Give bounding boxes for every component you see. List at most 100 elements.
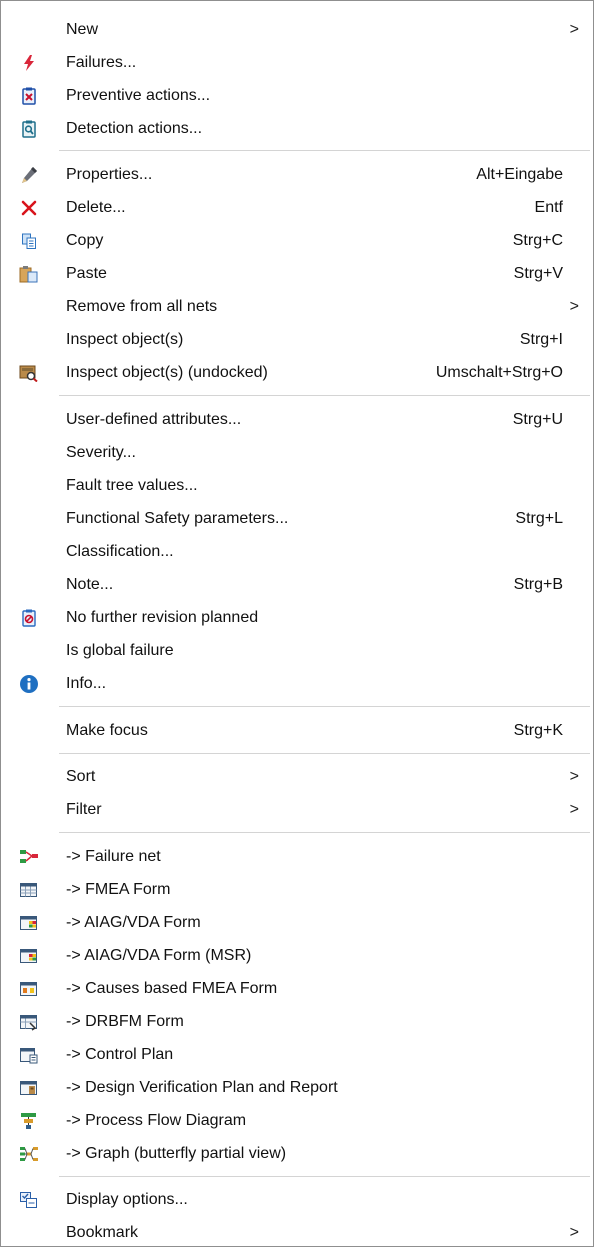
menu-item-aiag-vda-form-msr[interactable]: -> AIAG/VDA Form (MSR) — [5, 939, 589, 972]
menu-item-label: Sort — [66, 768, 96, 785]
menu-item-classification[interactable]: Classification... — [5, 535, 589, 568]
menu-item-label: Make focus — [66, 722, 148, 739]
preventive-action-icon — [19, 86, 39, 106]
menu-item-process-flow-diagram[interactable]: -> Process Flow Diagram — [5, 1104, 589, 1137]
menu-item-label: -> Graph (butterfly partial view) — [66, 1145, 287, 1162]
menu-item-label: Preventive actions... — [66, 87, 211, 104]
menu-item-label: Severity... — [66, 444, 136, 461]
menu-separator — [59, 150, 590, 151]
display-options-icon — [19, 1190, 39, 1210]
menu-item-is-global-failure[interactable]: Is global failure — [5, 634, 589, 667]
menu-item-no-further-revision-planned[interactable]: No further revision planned — [5, 601, 589, 634]
menu-item-failure-net[interactable]: -> Failure net — [5, 840, 589, 873]
menu-item-shortcut: Strg+U — [512, 411, 563, 428]
no-revision-icon — [19, 608, 39, 628]
menu-item-label: Remove from all nets — [66, 298, 218, 315]
menu-item-filter[interactable]: Filter > — [5, 793, 589, 826]
menu-item-causes-based-fmea-form[interactable]: -> Causes based FMEA Form — [5, 972, 589, 1005]
menu-item-shortcut: Entf — [534, 199, 563, 216]
menu-item-display-options[interactable]: Display options... — [5, 1183, 589, 1216]
menu-item-butterfly-graph[interactable]: -> Graph (butterfly partial view) — [5, 1137, 589, 1170]
menu-item-detection-actions[interactable]: Detection actions... — [5, 112, 589, 145]
drbfm-form-icon — [19, 1012, 39, 1032]
menu-item-label: -> Causes based FMEA Form — [66, 980, 278, 997]
menu-item-properties[interactable]: Properties... Alt+Eingabe — [5, 158, 589, 191]
menu-item-sort[interactable]: Sort > — [5, 760, 589, 793]
delete-x-icon — [19, 198, 39, 218]
context-menu: New > Failures... Preventive actions... … — [0, 0, 594, 1247]
menu-item-user-defined-attributes[interactable]: User-defined attributes... Strg+U — [5, 403, 589, 436]
menu-item-label: Info... — [66, 675, 107, 692]
menu-item-fmea-form[interactable]: -> FMEA Form — [5, 873, 589, 906]
menu-item-label: -> Failure net — [66, 848, 161, 865]
menu-item-drbfm-form[interactable]: -> DRBFM Form — [5, 1005, 589, 1038]
menu-item-label: -> Process Flow Diagram — [66, 1112, 247, 1129]
info-icon — [19, 674, 39, 694]
menu-item-aiag-vda-form[interactable]: -> AIAG/VDA Form — [5, 906, 589, 939]
menu-item-label: Note... — [66, 576, 114, 593]
menu-item-label: -> AIAG/VDA Form (MSR) — [66, 947, 252, 964]
menu-item-paste[interactable]: Paste Strg+V — [5, 257, 589, 290]
copy-icon — [19, 231, 39, 251]
process-flow-icon — [19, 1111, 39, 1131]
submenu-arrow-icon: > — [569, 21, 579, 38]
submenu-arrow-icon: > — [569, 801, 579, 818]
menu-item-label: -> DRBFM Form — [66, 1013, 184, 1030]
menu-item-label: No further revision planned — [66, 609, 259, 626]
dvpr-icon — [19, 1078, 39, 1098]
menu-item-control-plan[interactable]: -> Control Plan — [5, 1038, 589, 1071]
menu-item-shortcut: Strg+V — [513, 265, 563, 282]
menu-item-label: -> FMEA Form — [66, 881, 171, 898]
menu-item-label: Detection actions... — [66, 120, 203, 137]
menu-item-label: Classification... — [66, 543, 174, 560]
control-plan-icon — [19, 1045, 39, 1065]
menu-item-label: Delete... — [66, 199, 126, 216]
menu-item-label: -> Control Plan — [66, 1046, 174, 1063]
menu-item-shortcut: Alt+Eingabe — [476, 166, 563, 183]
menu-item-label: New — [66, 21, 99, 38]
detection-action-icon — [19, 119, 39, 139]
menu-item-label: Functional Safety parameters... — [66, 510, 289, 527]
menu-item-label: Is global failure — [66, 642, 174, 659]
aiag-vda-msr-form-icon — [19, 946, 39, 966]
menu-item-design-verification-plan[interactable]: -> Design Verification Plan and Report — [5, 1071, 589, 1104]
menu-separator — [59, 753, 590, 754]
menu-item-new[interactable]: New > — [5, 13, 589, 46]
menu-separator — [59, 1176, 590, 1177]
menu-item-info[interactable]: Info... — [5, 667, 589, 700]
menu-item-failures[interactable]: Failures... — [5, 46, 589, 79]
menu-item-copy[interactable]: Copy Strg+C — [5, 224, 589, 257]
menu-item-inspect-objects[interactable]: Inspect object(s) Strg+I — [5, 323, 589, 356]
menu-item-label: Fault tree values... — [66, 477, 198, 494]
submenu-arrow-icon: > — [569, 768, 579, 785]
menu-separator — [59, 706, 590, 707]
menu-item-bookmark[interactable]: Bookmark > — [5, 1216, 589, 1249]
menu-item-inspect-objects-undocked[interactable]: Inspect object(s) (undocked) Umschalt+St… — [5, 356, 589, 389]
menu-item-make-focus[interactable]: Make focus Strg+K — [5, 714, 589, 747]
inspect-undocked-icon — [19, 363, 39, 383]
failure-lightning-icon — [19, 53, 39, 73]
menu-item-label: Inspect object(s) (undocked) — [66, 364, 268, 381]
menu-item-functional-safety-parameters[interactable]: Functional Safety parameters... Strg+L — [5, 502, 589, 535]
menu-item-fault-tree-values[interactable]: Fault tree values... — [5, 469, 589, 502]
aiag-vda-form-icon — [19, 913, 39, 933]
pencil-icon — [19, 165, 39, 185]
menu-item-label: Properties... — [66, 166, 153, 183]
menu-item-shortcut: Umschalt+Strg+O — [435, 364, 563, 381]
menu-item-shortcut: Strg+I — [519, 331, 563, 348]
menu-item-note[interactable]: Note... Strg+B — [5, 568, 589, 601]
menu-item-label: Bookmark — [66, 1224, 139, 1241]
menu-item-preventive-actions[interactable]: Preventive actions... — [5, 79, 589, 112]
submenu-arrow-icon: > — [569, 298, 579, 315]
paste-icon — [19, 264, 39, 284]
menu-item-shortcut: Strg+L — [515, 510, 563, 527]
failure-net-icon — [19, 847, 39, 867]
menu-item-label: Display options... — [66, 1191, 188, 1208]
menu-item-remove-from-all-nets[interactable]: Remove from all nets > — [5, 290, 589, 323]
menu-item-delete[interactable]: Delete... Entf — [5, 191, 589, 224]
menu-item-label: -> AIAG/VDA Form — [66, 914, 201, 931]
causes-fmea-form-icon — [19, 979, 39, 999]
menu-item-severity[interactable]: Severity... — [5, 436, 589, 469]
menu-item-label: User-defined attributes... — [66, 411, 242, 428]
menu-item-label: Paste — [66, 265, 107, 282]
